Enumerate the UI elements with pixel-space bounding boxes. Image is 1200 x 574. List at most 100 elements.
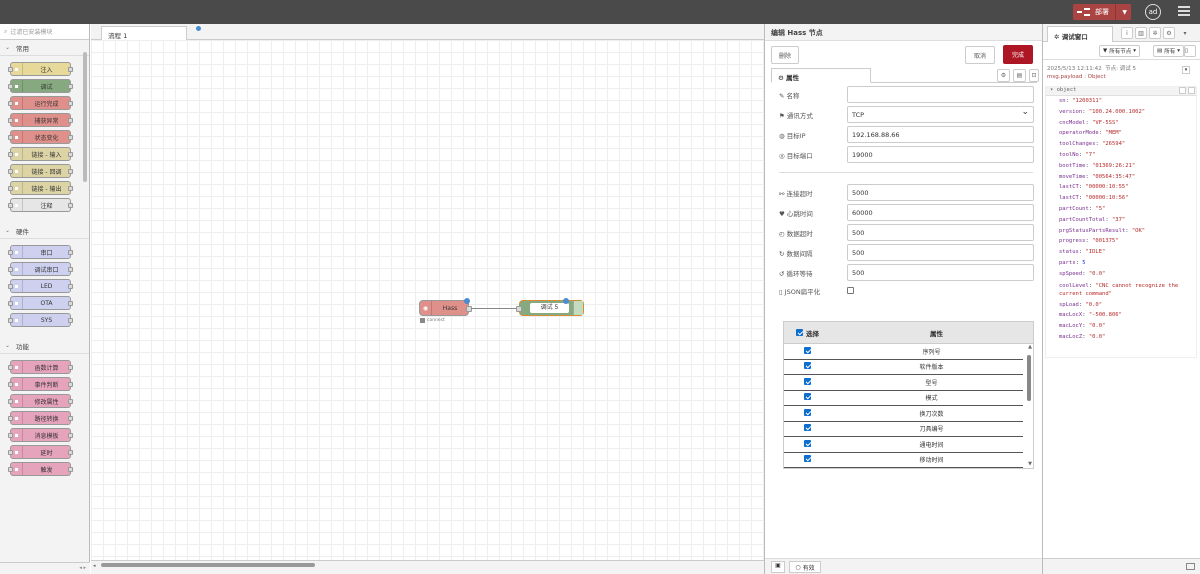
table-scrollbar[interactable] [1027, 355, 1031, 401]
palette-node[interactable]: ▪ 运行完成 [8, 96, 73, 110]
palette-node[interactable]: ▪ OTA [8, 296, 73, 310]
palette-category-header[interactable]: ⌄ 硬件 [0, 223, 89, 239]
palette-node[interactable]: ▪ 链接 - 回调 [8, 164, 73, 178]
tab-properties[interactable]: ⚙ 属性 [771, 68, 871, 83]
row-checkbox[interactable] [804, 377, 811, 385]
data-interval-input[interactable]: 500 [847, 244, 1034, 261]
hass-node[interactable]: ◉ Hass connect [419, 298, 472, 323]
tab-flow-1[interactable]: 流程 1 [101, 26, 187, 40]
property-key: bootTime [1059, 162, 1086, 169]
property-key: lastCT [1059, 195, 1079, 202]
palette-node[interactable]: ▪ 路径转换 [8, 411, 73, 425]
palette-node[interactable]: ▪ 链接 - 输入 [8, 147, 73, 161]
port-icon [8, 382, 13, 387]
chevron-down-icon: ⌄ [5, 342, 11, 349]
appearance-icon[interactable]: ⊡ [1029, 69, 1039, 82]
copy-path-icon[interactable] [1179, 87, 1186, 94]
msg-node-link[interactable]: 节点: 调试 5 [1105, 66, 1136, 72]
palette-node[interactable]: ▪ 注入 [8, 62, 73, 76]
palette-node[interactable]: ▪ 链接 - 输出 [8, 181, 73, 195]
row-checkbox[interactable] [804, 346, 811, 354]
palette-node[interactable]: ▪ 串口 [8, 245, 73, 259]
row-attr-name: 移动时间 [919, 457, 944, 465]
clear-debug-button[interactable]: ▯ [1184, 45, 1196, 57]
collapse-icon[interactable]: ◂ ▸ [79, 565, 86, 571]
row-checkbox[interactable] [804, 362, 811, 370]
select-column-label: 选择 [806, 329, 819, 338]
debug-node[interactable]: 调试 5 [516, 298, 584, 316]
scroll-down-icon[interactable]: ▼ [1028, 461, 1032, 467]
select-all-checkbox[interactable] [796, 329, 803, 336]
palette-node[interactable]: ▪ LED [8, 279, 73, 293]
port-icon [8, 118, 13, 123]
palette-category-header[interactable]: ⌄ 常用 [0, 40, 89, 56]
user-avatar-icon[interactable]: ad [1145, 4, 1161, 20]
flow-wire[interactable] [471, 308, 519, 309]
port-input[interactable]: 19000 [847, 146, 1034, 163]
palette-search-input[interactable]: ⌕ 过滤已安装模块 [0, 24, 89, 40]
loop-wait-input[interactable]: 500 [847, 264, 1034, 281]
palette-category-header[interactable]: ⌄ 功能 [0, 338, 89, 354]
palette-node[interactable]: ▪ 调试串口 [8, 262, 73, 276]
done-button[interactable]: 完成 [1003, 45, 1033, 64]
row-checkbox[interactable] [804, 424, 811, 432]
flow-canvas[interactable]: ◉ Hass connect 调试 5 [91, 40, 764, 560]
palette-node[interactable]: ▪ 触发 [8, 462, 73, 476]
protocol-select[interactable]: TCP [847, 106, 1034, 123]
json-flatten-checkbox[interactable] [847, 287, 854, 294]
settings-gear-icon[interactable]: ⚙ [997, 69, 1010, 82]
chevron-down-icon[interactable]: ▾ [1179, 27, 1191, 39]
palette-node[interactable]: ▪ 调试 [8, 79, 73, 93]
palette-node[interactable]: ▪ SYS [8, 313, 73, 327]
hass-node-label: Hass [442, 304, 458, 312]
object-row[interactable]: ▾ object [1046, 87, 1196, 96]
table-row: 刀具编号 [784, 422, 1023, 437]
filter-all-button[interactable]: ▤ 所有 ▾ [1153, 45, 1184, 57]
ip-input[interactable]: 192.168.88.66 [847, 126, 1034, 143]
info-icon[interactable]: i [1121, 27, 1133, 39]
debug-input-port[interactable] [516, 306, 522, 312]
row-checkbox[interactable] [804, 455, 811, 463]
bug-tab-icon[interactable]: ✲ [1149, 27, 1161, 39]
book-icon[interactable]: ▥ [1135, 27, 1147, 39]
scroll-left-icon[interactable]: ◂ [93, 563, 96, 569]
palette-scrollbar[interactable] [83, 52, 87, 182]
window-icon[interactable] [1186, 563, 1195, 570]
help-book-icon[interactable]: ▣ [771, 561, 785, 573]
conn-timeout-input[interactable]: 5000 [847, 184, 1034, 201]
row-checkbox[interactable] [804, 439, 811, 447]
palette-node[interactable]: ▪ 消息模板 [8, 428, 73, 442]
settings-gear-icon[interactable]: ⚙ [1163, 27, 1175, 39]
cancel-button[interactable]: 取消 [965, 46, 995, 64]
delete-button[interactable]: 删除 [771, 46, 799, 64]
palette-node[interactable]: ▪ 事件判断 [8, 377, 73, 391]
row-attr-name: 型号 [925, 379, 938, 387]
horizontal-scrollbar[interactable] [101, 563, 315, 567]
hass-output-port[interactable] [466, 306, 472, 312]
row-checkbox[interactable] [804, 393, 811, 401]
row-attr-name: 刀具编号 [919, 426, 944, 434]
scroll-up-icon[interactable]: ▲ [1028, 344, 1032, 350]
palette-node[interactable]: ▪ 状态变化 [8, 130, 73, 144]
palette-node[interactable]: ▪ 修改属性 [8, 394, 73, 408]
port-icon [8, 399, 13, 404]
debug-toggle-button[interactable] [573, 301, 583, 315]
main-menu-icon[interactable] [1178, 6, 1190, 17]
palette-node[interactable]: ▪ 注释 [8, 198, 73, 212]
palette-node[interactable]: ▪ 延时 [8, 445, 73, 459]
data-timeout-input[interactable]: 500 [847, 224, 1034, 241]
name-input[interactable] [847, 86, 1034, 103]
tab-debug-window[interactable]: ✲ 调试窗口 [1047, 26, 1113, 42]
row-checkbox[interactable] [804, 408, 811, 416]
category-label: 常用 [16, 44, 30, 53]
filter-nodes-button[interactable]: ▼ 所有节点 ▾ [1099, 45, 1141, 57]
palette-node[interactable]: ▪ 捕获异常 [8, 113, 73, 127]
palette-node[interactable]: ▪ 函数计算 [8, 360, 73, 374]
msg-menu-icon[interactable]: ▾ [1182, 66, 1190, 74]
deploy-button[interactable]: 部署 ▼ [1073, 4, 1131, 20]
pin-icon[interactable] [1188, 87, 1195, 94]
chevron-down-icon[interactable]: ▼ [1122, 9, 1127, 16]
heartbeat-input[interactable]: 60000 [847, 204, 1034, 221]
description-icon[interactable]: ▤ [1013, 69, 1026, 82]
enabled-toggle[interactable]: ○ 有效 [789, 561, 821, 573]
